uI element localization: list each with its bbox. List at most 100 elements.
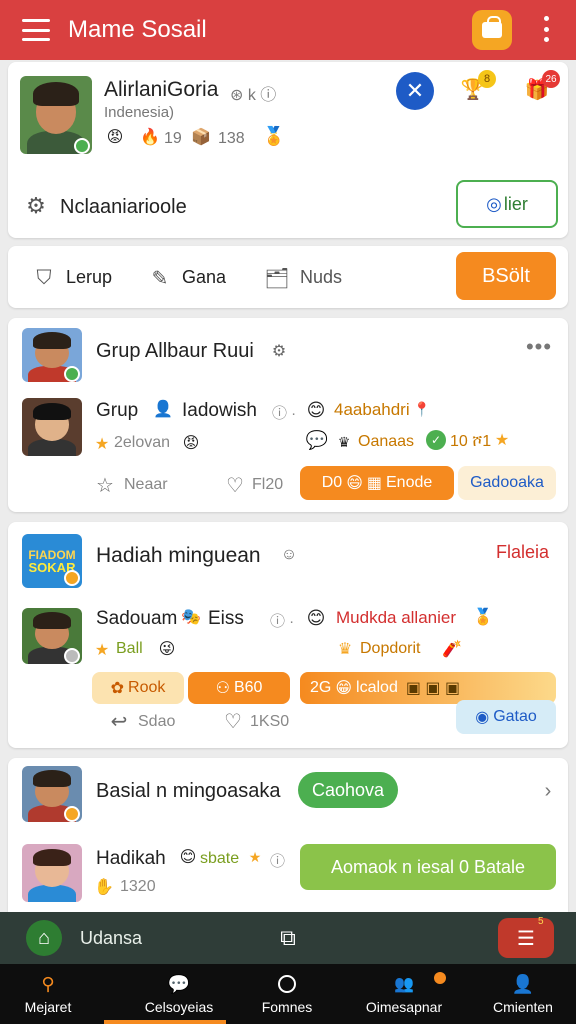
nav-label-cmienten: Cmienten [493,999,553,1015]
menu-icon[interactable] [22,19,50,41]
wink-icon: 😜 [158,641,176,658]
weekly-member-meta: ⓘ · [270,613,295,630]
stat-fire-value: 19 [164,130,182,147]
weekly-pill-c-label: 2G [310,679,332,696]
social-member-meta: ⓘ [270,853,286,870]
nav-item-mejaret[interactable]: ⚲ Mejaret [0,964,96,1024]
like-label: Neaar [124,476,168,493]
weekly-pill-a-icon: ✿ [110,680,125,697]
chat-icon: 💬 [167,973,191,994]
reply-icon[interactable]: ↩ [106,708,132,734]
pill-emoji-icon: 😄 [346,475,363,492]
group-title: Grup Allbaur Ruui [96,340,254,362]
profile-location: Indenesia) [104,104,175,121]
nav-notification-dot [434,972,446,984]
close-icon[interactable]: ✕ [396,72,434,110]
star-icon: ★ [94,436,110,453]
weekly-pill-a[interactable]: ✿ Rook [92,672,184,704]
weekly-member-reward: Mudkda allanier [336,608,457,627]
pill-primary-label: D0 [321,474,343,491]
social-status-icon [64,806,80,822]
member-handle: Iadowish [182,400,257,421]
social-chip[interactable]: Caohova [298,772,398,808]
weekly-member-status-icon [64,648,80,664]
circle-icon [276,973,298,995]
list-menu-icon[interactable]: ☰ [498,918,554,958]
nav-active-indicator [104,1020,226,1024]
social-member-avatar[interactable] [22,844,82,902]
weekly-like-label: Sdao [138,713,176,730]
smile-icon: 😊 [306,399,326,420]
member-mini-avatar-icon: 👤 [153,401,173,418]
stat-box-value: 138 [218,130,245,147]
profile-section-label: Nclaaniarioole [60,196,187,218]
weekly-card: FIADOM SOKAR Hadiah minguean ☺ Flaleia S… [8,522,568,748]
home-icon[interactable]: ⌂ [26,920,62,956]
weekly-pill-b-label: B60 [233,679,263,696]
follow-label: lier [503,193,528,214]
shield-outline-icon[interactable]: ♡ [222,472,248,498]
group-secondary-pill[interactable]: Gadooaka [458,466,556,500]
profile-icon: 👤 [511,973,535,994]
weekly-logo-top: FIADOM [28,547,76,562]
speech-bubble-icon: 💬 [305,429,329,450]
shop-bag-icon[interactable] [472,10,512,50]
group-card: Grup Allbaur Ruui ⚙ ••• Grup 👤 Iadowish … [8,318,568,512]
tabs-card: ⛉ Lerup ✎ Gana 🗂 Nuds BSölt [8,246,568,308]
box-icon: 📦 [191,129,211,146]
angry-face-icon: 😡 [106,129,124,146]
group-online-icon [64,366,80,382]
gift-badge: 26 [542,70,560,88]
weekly-medal-icon: 🏅 [473,609,493,626]
level-icon: ✓ [426,430,446,450]
weekly-pill-b[interactable]: ⚇ B60 [188,672,290,704]
medal-icon: 🏅 [262,125,286,146]
weekly-heart-icon[interactable]: ♡ [220,708,246,734]
star-outline-icon[interactable]: ☆ [92,472,118,498]
member-avatar[interactable] [22,398,82,456]
bomb-icon: 🧨 [442,641,462,658]
more-icon[interactable]: ••• [522,334,556,359]
weekly-pill-d-icon: ◉ [475,709,490,726]
bottom-bar-label: Udansa [80,928,143,948]
weekly-title: Hadiah minguean [96,544,261,567]
weekly-pill-d[interactable]: ◉ Gatao [456,700,556,734]
emoji-settings-icon[interactable]: ☺ [278,544,300,566]
crown-icon: ♛ [337,433,351,450]
profile-card: AlirlaniGoria ⊛ k ⓘ Indenesia) 😡 🔥 19 📦 … [8,62,568,238]
tab-gana[interactable]: Gana [182,267,226,288]
weekly-pill-c-items-icon: ▣ ▣ ▣ [405,680,461,697]
location-icon: ⚲ [41,973,55,994]
tabs-action-button[interactable]: BSölt [456,252,556,300]
weekly-pill-b-icon: ⚇ [215,680,230,697]
weekly-member-rank: Dopdorit [360,640,421,657]
follow-button[interactable]: ◎ lier [456,180,558,228]
more-options-icon[interactable] [540,16,552,42]
tab-nuds[interactable]: Nuds [300,267,342,288]
bottom-action-bar: ⌂ Udansa ⧉ ☰ 5 [0,912,576,964]
weekly-smile-icon: 😊 [306,607,326,628]
nav-item-celsoyeias[interactable]: 💬 Celsoyeias [104,964,254,1024]
edit-icon: ✎ [151,267,169,290]
pill-primary-label-2: Enode [386,474,433,491]
weekly-member-name: Sadouam [96,608,178,629]
copy-icon[interactable]: ⧉ [272,922,304,954]
people-icon: 👥 [394,976,414,993]
nav-label-oimesapnar: Oimesapnar [365,999,443,1015]
settings-icon[interactable]: ⚙ [268,340,290,362]
nav-item-cmienten[interactable]: 👤 Cmienten [470,964,576,1024]
nav-item-oimesapnar[interactable]: 👥 Oimesapnar [346,964,462,1024]
level-star-icon: ★ [494,432,510,449]
nav-item-fomnes[interactable]: Fomnes [236,964,338,1024]
profile-name-suffix: ⊛ k ⓘ [230,87,277,104]
bottom-nav: ⚲ Mejaret 💬 Celsoyeias Fomnes 👥 Oimesapn… [0,964,576,1024]
group-primary-pill[interactable]: D0 😄 ▦ Enode [300,466,454,500]
nav-label-mejaret: Mejaret [24,999,72,1015]
gallery-icon: 🗂 [264,267,290,290]
weekly-status: Flaleia [496,542,550,562]
social-action-button[interactable]: Aomaok n iesal 0 Batale [300,844,556,890]
puzzle-icon: ⚙ [26,193,46,218]
chevron-right-icon[interactable]: › [538,780,558,802]
tab-lerup[interactable]: Lerup [66,267,112,288]
weekly-pill-c-emoji-icon: 😁 [335,680,353,697]
